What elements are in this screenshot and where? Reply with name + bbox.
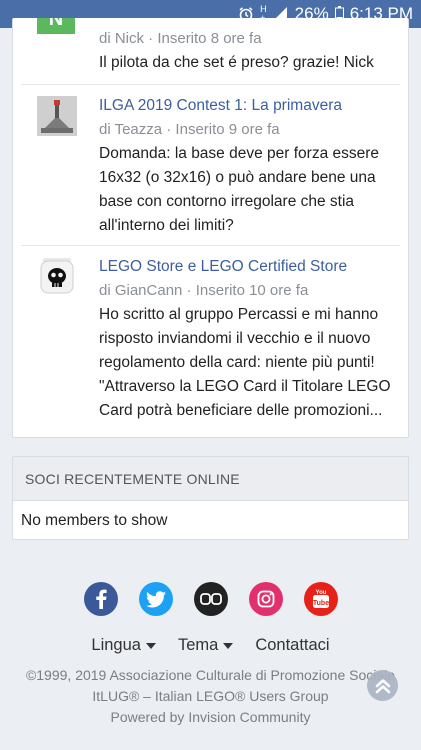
list-item[interactable]: N di Nick · Inserito 8 ore fa Il pilota … bbox=[21, 18, 400, 84]
caret-down-icon bbox=[145, 642, 156, 649]
powered-by-link[interactable]: Powered by Invision Community bbox=[0, 707, 421, 728]
twitter-icon[interactable] bbox=[138, 582, 173, 616]
list-item[interactable]: ILGA 2019 Contest 1: La primavera di Tea… bbox=[21, 85, 400, 245]
theme-menu[interactable]: Tema bbox=[177, 636, 234, 655]
scroll-to-top-button[interactable] bbox=[367, 670, 398, 701]
item-excerpt[interactable]: Il pilota da che set é preso? grazie! Ni… bbox=[99, 51, 394, 75]
contact-link[interactable]: Contattaci bbox=[255, 636, 329, 655]
item-title-link[interactable]: LEGO Store e LEGO Certified Store bbox=[99, 258, 400, 276]
language-label: Lingua bbox=[91, 636, 141, 654]
post-thumbnail[interactable] bbox=[37, 96, 77, 136]
social-links: Tube You bbox=[0, 582, 421, 616]
empty-members-text: No members to show bbox=[21, 511, 168, 529]
avatar[interactable]: N bbox=[37, 18, 75, 34]
copyright-line: ©1999, 2019 Associazione Culturale di Pr… bbox=[25, 667, 396, 683]
avatar-letter: N bbox=[48, 18, 64, 30]
caret-down-icon bbox=[223, 642, 234, 649]
theme-label: Tema bbox=[177, 636, 219, 654]
item-meta: di Teazza · Inserito 9 ore fa bbox=[99, 121, 280, 138]
item-meta: di Nick · Inserito 8 ore fa bbox=[99, 30, 262, 47]
svg-text:Tube: Tube bbox=[312, 600, 328, 607]
youtube-icon[interactable]: Tube You bbox=[303, 582, 338, 616]
item-excerpt[interactable]: Domanda: la base deve per forza essere 1… bbox=[99, 142, 394, 238]
activity-feed: N di Nick · Inserito 8 ore fa Il pilota … bbox=[12, 18, 409, 438]
double-chevron-up-icon bbox=[375, 678, 390, 693]
instagram-icon[interactable] bbox=[248, 582, 283, 616]
footer-links: Lingua Tema Contattaci bbox=[0, 636, 421, 655]
list-item[interactable]: LEGO Store e LEGO Certified Store di Gia… bbox=[21, 246, 400, 436]
copyright-org: ItLUG® – Italian LEGO® Users Group bbox=[92, 688, 329, 704]
recently-online-widget: SOCI RECENTEMENTE ONLINE No members to s… bbox=[12, 456, 409, 540]
widget-header: SOCI RECENTEMENTE ONLINE bbox=[13, 457, 408, 501]
avatar[interactable] bbox=[37, 256, 77, 296]
svg-text:You: You bbox=[315, 590, 326, 596]
copyright: ©1999, 2019 Associazione Culturale di Pr… bbox=[0, 665, 421, 728]
item-title-link[interactable]: ILGA 2019 Contest 1: La primavera bbox=[99, 97, 400, 115]
facebook-icon[interactable] bbox=[83, 582, 118, 616]
item-excerpt[interactable]: Ho scritto al gruppo Percassi e mi hanno… bbox=[99, 303, 394, 423]
flickr-icon[interactable] bbox=[193, 582, 228, 616]
item-meta: di GianCann · Inserito 10 ore fa bbox=[99, 282, 309, 299]
language-menu[interactable]: Lingua bbox=[91, 636, 156, 655]
